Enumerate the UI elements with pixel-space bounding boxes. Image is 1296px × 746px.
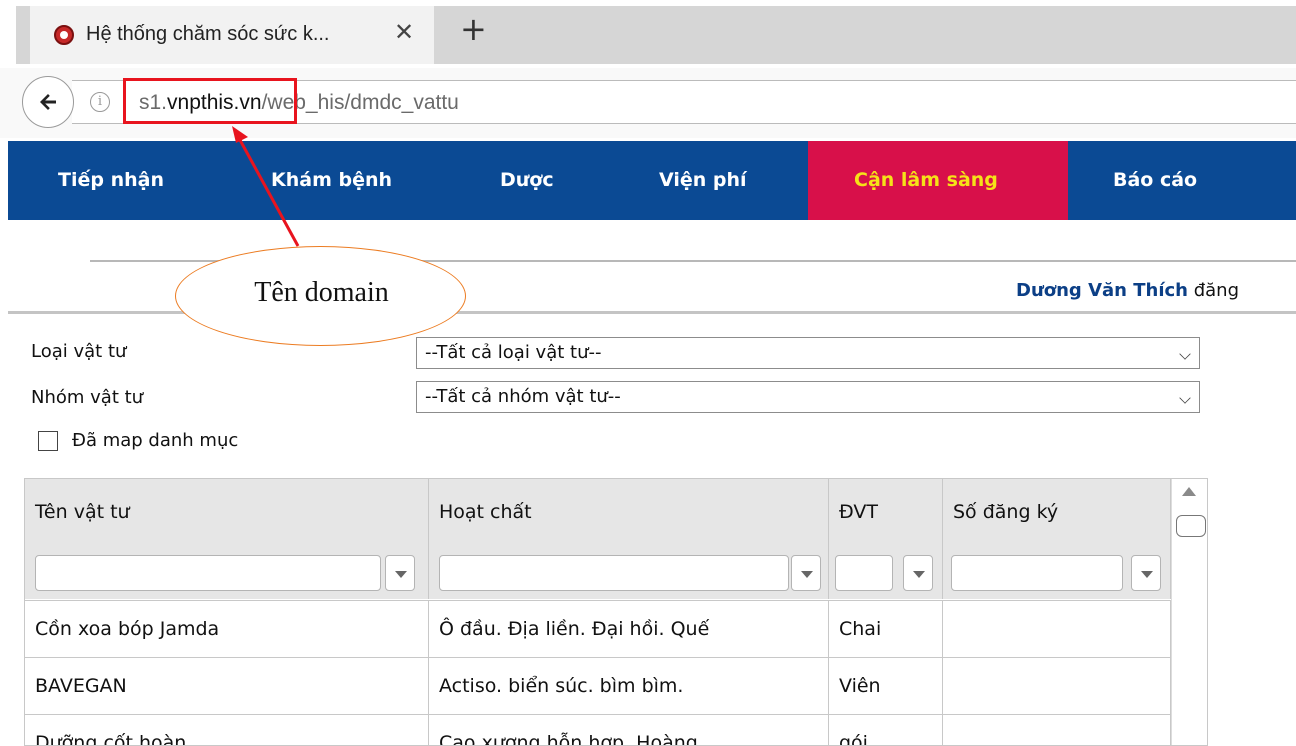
table-row[interactable]: Dưỡng cốt hoàn Cao xương hỗn hợp. Hoàng … — [25, 714, 1171, 745]
browser-tab-bar: Hệ thống chăm sóc sức k... ✕ + — [0, 0, 1296, 68]
cell-dvt: Viên — [829, 658, 943, 715]
new-tab-icon[interactable]: + — [460, 10, 487, 48]
column-header-so-dang-ky[interactable]: Số đăng ký — [943, 479, 1171, 549]
main-nav: Tiếp nhận Khám bệnh Dược Viện phí Cận lâ… — [8, 141, 1296, 220]
table-scrollbar[interactable] — [1171, 479, 1207, 745]
so-dang-ky-filter-dropdown[interactable] — [1131, 555, 1161, 591]
loai-vat-tu-label: Loại vật tư — [31, 341, 127, 362]
close-tab-icon[interactable]: ✕ — [394, 18, 414, 46]
nhom-vat-tu-label: Nhóm vật tư — [31, 387, 144, 408]
nav-vien-phi[interactable]: Viện phí — [659, 141, 747, 220]
nav-kham-benh[interactable]: Khám bệnh — [271, 141, 392, 220]
login-suffix: đăng — [1188, 280, 1240, 301]
column-header-dvt[interactable]: ĐVT — [829, 479, 943, 549]
cell-dvt: gói — [829, 715, 943, 745]
scroll-thumb[interactable] — [1176, 515, 1206, 537]
scroll-up-icon[interactable] — [1182, 487, 1196, 496]
nhom-vat-tu-value: --Tất cả nhóm vật tư-- — [425, 386, 621, 407]
filter-cell-dvt — [829, 549, 943, 599]
nav-duoc[interactable]: Dược — [500, 141, 554, 220]
cell-hoat-chat: Ô đầu. Địa liền. Đại hồi. Quế — [429, 601, 829, 658]
tab-title: Hệ thống chăm sóc sức k... — [86, 23, 330, 45]
nav-can-lam-sang[interactable]: Cận lâm sàng — [808, 141, 1068, 220]
cell-ten-vat-tu: Dưỡng cốt hoàn — [25, 715, 429, 745]
table-row[interactable]: Cồn xoa bóp Jamda Ô đầu. Địa liền. Đại h… — [25, 600, 1171, 658]
loai-vat-tu-select[interactable]: --Tất cả loại vật tư-- — [416, 337, 1200, 369]
nav-bao-cao[interactable]: Báo cáo — [1113, 141, 1197, 220]
ten-vat-tu-filter-dropdown[interactable] — [385, 555, 415, 591]
cell-so-dang-ky — [943, 715, 1171, 745]
callout-label: Tên domain — [254, 277, 389, 308]
back-arrow-icon — [40, 94, 56, 110]
chevron-down-icon — [1179, 348, 1191, 360]
dvt-filter-input[interactable] — [835, 555, 893, 591]
so-dang-ky-filter-input[interactable] — [951, 555, 1123, 591]
site-favicon-icon — [54, 25, 74, 45]
domain-highlight-box — [123, 78, 297, 124]
table-header: Tên vật tư Hoạt chất ĐVT Số đăng ký — [25, 479, 1171, 599]
cell-hoat-chat: Actiso. biển súc. bìm bìm. — [429, 658, 829, 715]
vat-tu-table: Tên vật tư Hoạt chất ĐVT Số đăng ký Cồn … — [24, 478, 1208, 746]
filter-cell-hoat-chat — [429, 549, 829, 599]
hoat-chat-filter-input[interactable] — [439, 555, 789, 591]
column-header-hoat-chat[interactable]: Hoạt chất — [429, 479, 829, 549]
nav-tiep-nhan[interactable]: Tiếp nhận — [58, 141, 164, 220]
mapped-checkbox[interactable] — [38, 431, 58, 451]
info-icon[interactable]: i — [90, 92, 110, 112]
cell-ten-vat-tu: Cồn xoa bóp Jamda — [25, 601, 429, 658]
filter-cell-ten-vat-tu — [25, 549, 429, 599]
back-button[interactable] — [22, 76, 74, 128]
hoat-chat-filter-dropdown[interactable] — [791, 555, 821, 591]
filter-cell-so-dang-ky — [943, 549, 1171, 599]
loai-vat-tu-value: --Tất cả loại vật tư-- — [425, 342, 602, 363]
browser-tab[interactable]: Hệ thống chăm sóc sức k... ✕ — [30, 6, 434, 64]
user-login-line: Dương Văn Thích đăng — [1016, 280, 1239, 301]
cell-dvt: Chai — [829, 601, 943, 658]
column-header-ten-vat-tu[interactable]: Tên vật tư — [25, 479, 429, 549]
cell-so-dang-ky — [943, 601, 1171, 658]
dvt-filter-dropdown[interactable] — [903, 555, 933, 591]
ten-vat-tu-filter-input[interactable] — [35, 555, 381, 591]
cell-so-dang-ky — [943, 658, 1171, 715]
cell-ten-vat-tu: BAVEGAN — [25, 658, 429, 715]
cell-hoat-chat: Cao xương hỗn hợp. Hoàng — [429, 715, 829, 745]
table-row[interactable]: BAVEGAN Actiso. biển súc. bìm bìm. Viên — [25, 657, 1171, 715]
chevron-down-icon — [1179, 392, 1191, 404]
domain-callout: Tên domain — [175, 246, 466, 346]
user-name[interactable]: Dương Văn Thích — [1016, 280, 1188, 301]
nhom-vat-tu-select[interactable]: --Tất cả nhóm vật tư-- — [416, 381, 1200, 413]
mapped-label: Đã map danh mục — [72, 430, 239, 451]
